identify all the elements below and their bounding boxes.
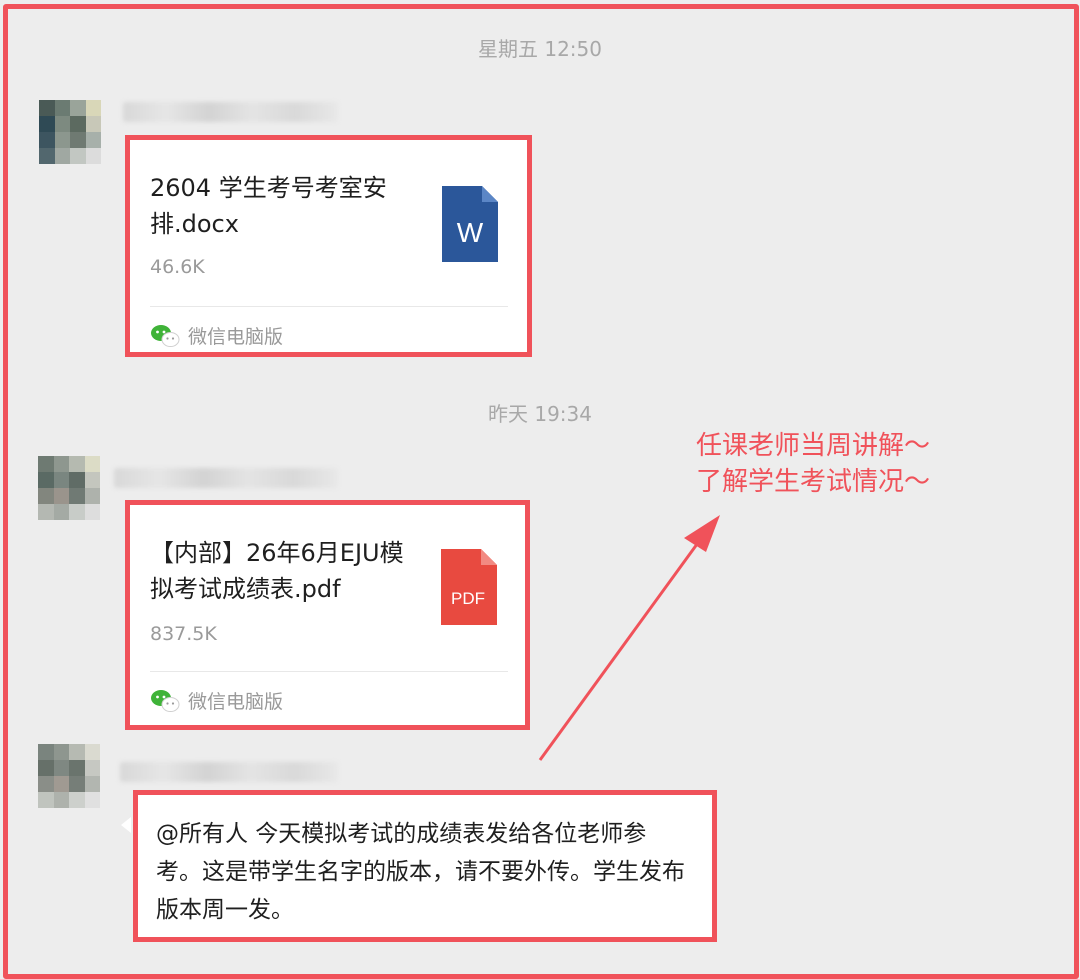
word-icon-label: W xyxy=(457,217,484,248)
file-size: 46.6K xyxy=(150,256,205,278)
card-source: 微信电脑版 xyxy=(150,322,283,349)
word-doc-icon: W xyxy=(442,186,498,262)
wechat-icon xyxy=(151,689,180,712)
sender-name-blurred xyxy=(120,762,338,782)
avatar[interactable] xyxy=(38,456,100,520)
message-text: @所有人 今天模拟考试的成绩表发给各位老师参考。这是带学生名字的版本，请不要外传… xyxy=(156,821,685,923)
pdf-icon-label: PDF xyxy=(451,589,485,608)
annotation-text: 任课老师当周讲解～ 了解学生考试情况～ xyxy=(696,428,930,500)
sender-name-blurred xyxy=(123,102,338,122)
card-source-label: 微信电脑版 xyxy=(188,691,284,713)
avatar[interactable] xyxy=(39,100,101,164)
timestamp: 星期五 12:50 xyxy=(478,37,602,61)
wechat-icon xyxy=(151,324,180,347)
file-message-card[interactable]: 2604 学生考号考室安排.docx 46.6K W 微信电脑版 xyxy=(125,135,532,357)
annotation-line-1: 任课老师当周讲解～ xyxy=(696,431,931,461)
bubble-tail xyxy=(121,817,131,833)
pdf-icon: PDF xyxy=(441,549,497,625)
file-name: 2604 学生考号考室安排.docx xyxy=(150,174,387,238)
avatar[interactable] xyxy=(38,744,100,808)
file-name: 【内部】26年6月EJU模拟考试成绩表.pdf xyxy=(150,539,404,603)
timestamp: 昨天 19:34 xyxy=(488,402,592,426)
text-message-bubble[interactable]: @所有人 今天模拟考试的成绩表发给各位老师参考。这是带学生名字的版本，请不要外传… xyxy=(133,790,717,942)
card-divider xyxy=(150,671,508,672)
file-size: 837.5K xyxy=(150,623,217,645)
sender-name-blurred xyxy=(114,468,338,488)
card-source-label: 微信电脑版 xyxy=(188,326,284,348)
annotation-line-2: 了解学生考试情况～ xyxy=(696,467,931,497)
file-message-card[interactable]: 【内部】26年6月EJU模拟考试成绩表.pdf 837.5K PDF 微信电脑版 xyxy=(125,500,530,730)
card-source: 微信电脑版 xyxy=(150,687,283,714)
card-divider xyxy=(150,306,508,307)
